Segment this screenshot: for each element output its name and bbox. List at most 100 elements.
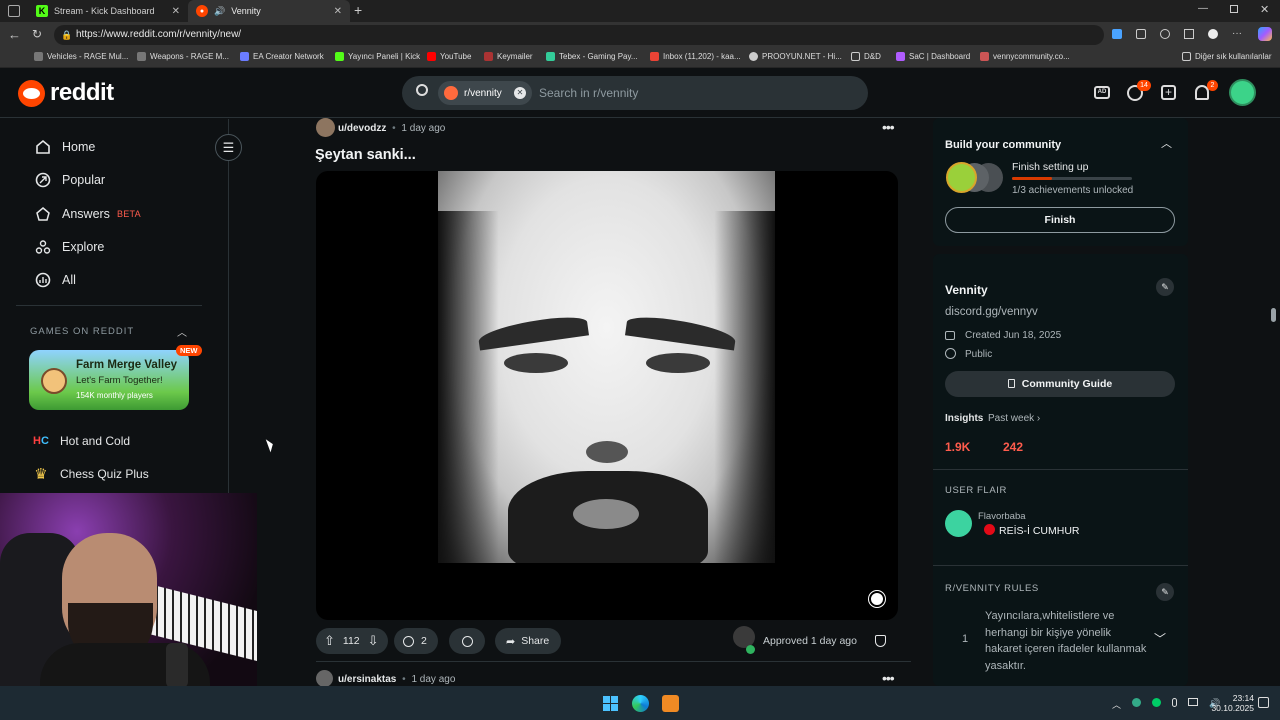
game-subtitle: Let's Farm Together! (76, 375, 163, 386)
sidebar-item-home[interactable]: Home (34, 138, 95, 156)
mute-toggle-icon[interactable] (869, 591, 885, 607)
community-name: Vennity (945, 283, 988, 297)
bookmark[interactable]: Inbox (11,202) - kaa... (650, 52, 741, 61)
chevron-up-icon: ︿ (177, 328, 188, 339)
post-author[interactable]: u/devodzz (338, 123, 386, 134)
webcam-overlay (0, 493, 257, 686)
home-icon (34, 138, 52, 156)
tray-icons[interactable]: ︿ 🔊 (1112, 698, 1220, 711)
maximize-button[interactable] (1230, 5, 1238, 13)
page-scrollbar[interactable] (1268, 118, 1280, 686)
sidebar-item-answers[interactable]: Answers BETA (34, 205, 141, 223)
post-media[interactable] (316, 171, 898, 620)
bookmark[interactable]: vennycommunity.co... (980, 52, 1070, 61)
sidebar-item-all[interactable]: All (34, 271, 76, 289)
game-players: 154K monthly players (76, 391, 153, 400)
minimize-button[interactable]: — (1198, 3, 1208, 14)
user-avatar[interactable] (1229, 79, 1256, 106)
progress-title: Finish setting up (1012, 161, 1089, 173)
sidebar-toggle-button[interactable]: ☰ (215, 134, 242, 161)
post-title[interactable]: Şeytan sanki... (315, 147, 416, 163)
achievements-icons (946, 162, 1006, 194)
post-author[interactable]: u/ersinaktas (338, 674, 396, 685)
close-tab-icon[interactable]: ✕ (172, 6, 180, 17)
reddit-favicon: ● (196, 5, 208, 17)
bookmark[interactable]: Weapons - RAGE M... (137, 52, 229, 61)
bookmark[interactable]: Tebex - Gaming Pay... (546, 52, 638, 61)
farm-character-icon (41, 368, 67, 394)
community-guide-button[interactable]: Community Guide (945, 371, 1175, 397)
mod-shield-icon[interactable] (875, 635, 886, 647)
advertise-icon[interactable]: AD (1094, 86, 1110, 99)
bookmark[interactable]: SaC | Dashboard (896, 52, 970, 61)
back-icon[interactable]: ← (8, 27, 21, 42)
reddit-logo[interactable]: reddit (18, 79, 114, 107)
chevron-up-icon[interactable]: ︿ (1161, 135, 1172, 151)
sidebar-item-explore[interactable]: Explore (34, 238, 104, 256)
reddit-snoo-icon (18, 79, 45, 107)
created-date: Created Jun 18, 2025 (965, 330, 1062, 341)
bookmark-folder[interactable]: D&D (851, 52, 881, 61)
upvote-icon[interactable]: ⇧ (324, 633, 335, 649)
copilot-icon[interactable] (1258, 27, 1272, 41)
search-icon (416, 84, 428, 96)
lock-icon: 🔒 (61, 30, 73, 40)
clock[interactable]: 23:14 30.10.2025 (1210, 693, 1254, 713)
bookmark[interactable]: PROOYUN.NET - Hi... (749, 52, 842, 61)
subreddit-chip[interactable]: r/vennity ✕ (438, 81, 532, 105)
post-options-icon[interactable]: ••• (882, 119, 895, 135)
url-text: https://www.reddit.com/r/vennity/new/ (76, 29, 242, 40)
post-author-avatar[interactable] (316, 118, 335, 137)
edit-pencil-icon[interactable]: ✎ (1156, 583, 1174, 601)
tab-title: Vennity (231, 6, 261, 16)
notification-center-icon[interactable] (1258, 697, 1269, 708)
tab-kick-dashboard[interactable]: K Stream - Kick Dashboard ✕ (28, 0, 188, 22)
close-tab-icon[interactable]: ✕ (334, 6, 342, 17)
insights-period[interactable]: Past week › (988, 413, 1040, 424)
downvote-icon[interactable]: ⇩ (368, 633, 379, 649)
bookmark[interactable]: Vehicles - RAGE Mul... (34, 52, 128, 61)
divider (16, 305, 202, 306)
speaker-icon[interactable]: 🔊 (214, 6, 225, 17)
rule-item[interactable]: 1 Yayıncılara,whitelistlere ve herhangi … (945, 606, 1177, 676)
refresh-icon[interactable]: ↻ (32, 27, 42, 41)
new-tab-button[interactable]: + (354, 2, 362, 18)
post-options-icon[interactable]: ••• (882, 670, 895, 686)
extensions-icons[interactable]: ··· (1112, 29, 1242, 39)
search-bar[interactable]: r/vennity ✕ Search in r/vennity (402, 76, 868, 110)
search-input[interactable]: Search in r/vennity (539, 86, 638, 100)
share-button[interactable]: ➦ Share (495, 628, 561, 654)
remove-chip-icon[interactable]: ✕ (514, 87, 526, 99)
divider (933, 565, 1188, 566)
bookmark[interactable]: YouTube (427, 52, 471, 61)
comments-button[interactable]: 2 (394, 628, 438, 654)
app-icon[interactable] (662, 695, 679, 712)
post-time: 1 day ago (411, 674, 456, 685)
bookmark[interactable]: Yayıncı Paneli | Kick (335, 52, 420, 61)
chevron-down-icon[interactable]: ﹀ (1154, 630, 1166, 647)
url-field[interactable]: 🔒 https://www.reddit.com/r/vennity/new/ (54, 25, 1104, 45)
edit-pencil-icon[interactable]: ✎ (1156, 278, 1174, 296)
edge-icon[interactable] (632, 695, 649, 712)
tab-actions-icon[interactable] (8, 5, 20, 17)
close-window-button[interactable]: ✕ (1260, 3, 1269, 16)
post-author-avatar[interactable] (316, 670, 333, 687)
other-bookmarks-folder[interactable]: Diğer sık kullanılanlar (1182, 52, 1271, 61)
rule-number: 1 (962, 633, 969, 645)
left-sidebar: Home Popular Answers BETA Explore All ☰ … (0, 119, 242, 493)
featured-game-card[interactable]: Farm Merge Valley Let's Farm Together! 1… (29, 350, 189, 410)
tab-vennity[interactable]: ● 🔊 Vennity ✕ (188, 0, 350, 22)
answers-icon (34, 205, 52, 223)
new-badge: NEW (176, 345, 202, 356)
popular-icon (34, 171, 52, 189)
finish-button[interactable]: Finish (945, 207, 1175, 233)
sidebar-item-popular[interactable]: Popular (34, 171, 105, 189)
award-button[interactable] (449, 628, 485, 654)
bookmark[interactable]: Keymailer (484, 52, 533, 61)
bookmark[interactable]: EA Creator Network (240, 52, 324, 61)
games-heading[interactable]: GAMES ON REDDIT ︿ (30, 326, 188, 339)
create-post-icon[interactable]: + (1161, 85, 1176, 100)
windows-start-icon[interactable] (603, 696, 618, 711)
sidebar-game-chess-quiz[interactable]: ♛ Chess Quiz Plus (32, 465, 148, 483)
sidebar-game-hot-and-cold[interactable]: HC Hot and Cold (32, 432, 130, 450)
